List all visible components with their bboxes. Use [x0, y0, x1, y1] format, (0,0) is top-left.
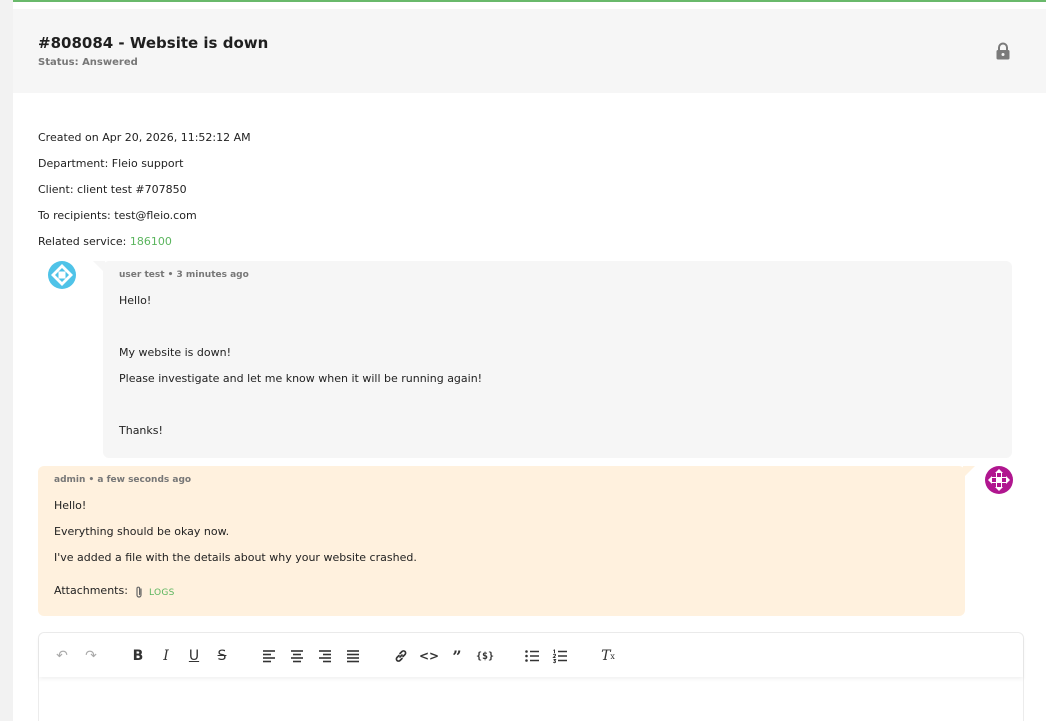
attachments-label: Attachments: [54, 584, 128, 597]
message-line: Hello! [119, 294, 152, 307]
bullet-list-icon [525, 650, 539, 662]
ticket-title: #808084 - Website is down [38, 34, 269, 52]
align-left-button[interactable] [260, 647, 278, 665]
message-line: Everything should be okay now. [54, 525, 230, 538]
ticket-header: #808084 - Website is down Status: Answer… [13, 9, 1046, 93]
strikethrough-button[interactable]: S [213, 647, 231, 665]
blockquote-button[interactable]: ” [448, 647, 466, 666]
link-button[interactable] [392, 647, 410, 665]
message-author: admin • a few seconds ago [54, 475, 192, 485]
user-message: user test • 3 minutes ago Hello! My webs… [93, 261, 1012, 458]
align-left-icon [263, 650, 275, 663]
align-right-icon [319, 650, 331, 663]
paperclip-icon [136, 586, 142, 598]
attachment-logs-link[interactable]: LOGS [149, 588, 175, 598]
align-justify-button[interactable] [344, 647, 362, 665]
editor-toolbar: ↶ ↷ B I U S <> ” {$} T x [39, 633, 1023, 677]
undo-button[interactable]: ↶ [53, 647, 71, 665]
ticket-status: Status: Answered [38, 57, 138, 68]
admin-avatar [985, 466, 1013, 494]
message-line: My website is down! [119, 346, 231, 359]
recipients: To recipients: test@fleio.com [38, 209, 197, 222]
align-center-button[interactable] [288, 647, 306, 665]
link-icon [395, 650, 407, 662]
related-service: Related service: 186100 [38, 235, 172, 248]
related-service-label: Related service: [38, 235, 130, 248]
bold-button[interactable]: B [129, 647, 147, 665]
variable-button[interactable]: {$} [476, 647, 494, 665]
created-date: Created on Apr 20, 2026, 11:52:12 AM [38, 131, 251, 144]
align-right-button[interactable] [316, 647, 334, 665]
user-avatar [48, 261, 76, 289]
message-line: Thanks! [119, 424, 163, 437]
message-line: Please investigate and let me know when … [119, 372, 483, 385]
numbered-list-button[interactable] [551, 647, 569, 665]
underline-button[interactable]: U [185, 647, 203, 665]
ticket-card: #808084 - Website is down Status: Answer… [13, 0, 1046, 721]
italic-button[interactable]: I [157, 647, 175, 665]
clear-format-x: x [610, 651, 615, 661]
redo-button[interactable]: ↷ [82, 647, 100, 665]
client: Client: client test #707850 [38, 183, 187, 196]
admin-message: admin • a few seconds ago Hello! Everyth… [38, 466, 975, 616]
clear-format-label: T [601, 648, 611, 664]
message-author: user test • 3 minutes ago [119, 270, 249, 280]
align-justify-icon [347, 650, 359, 663]
bullet-list-button[interactable] [523, 647, 541, 665]
message-line: Hello! [54, 499, 87, 512]
message-line: I've added a file with the details about… [54, 551, 417, 564]
related-service-link[interactable]: 186100 [130, 235, 172, 248]
clear-format-button[interactable]: Tx [599, 647, 617, 665]
numbered-list-icon [552, 649, 567, 664]
lock-icon[interactable] [995, 42, 1011, 60]
reply-editor[interactable]: ↶ ↷ B I U S <> ” {$} T x [38, 632, 1024, 721]
department: Department: Fleio support [38, 157, 184, 170]
code-button[interactable]: <> [419, 647, 439, 665]
align-center-icon [291, 650, 303, 663]
